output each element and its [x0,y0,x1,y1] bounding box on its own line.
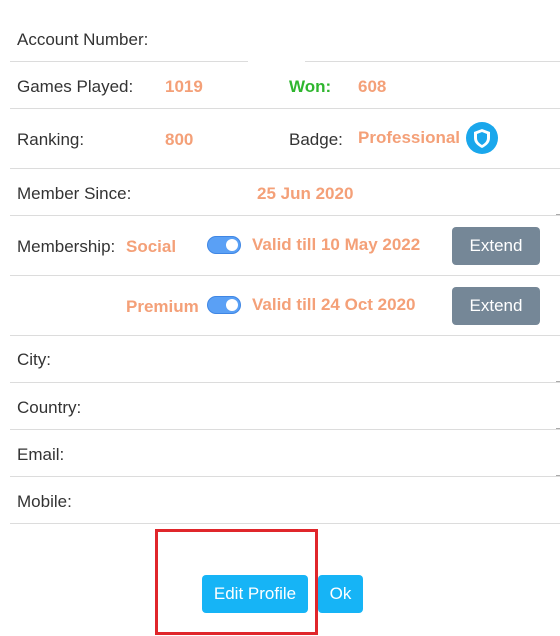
ranking-value: 800 [165,130,194,149]
scroll-tick [556,214,560,215]
extend-premium-button[interactable]: Extend [452,287,540,325]
divider [10,168,560,169]
won-label: Won: [289,77,332,96]
badge-value: Professional [358,128,461,147]
mobile-label: Mobile: [17,492,72,511]
divider [10,61,248,62]
extend-social-button[interactable]: Extend [452,227,540,265]
ok-button[interactable]: Ok [318,575,363,613]
divider [10,215,560,216]
membership-label: Membership: [17,237,116,256]
city-label: City: [17,350,51,369]
scroll-tick [556,381,560,382]
shield-icon [466,122,498,154]
divider [10,275,560,276]
divider [10,108,560,109]
divider [305,61,560,62]
scroll-tick [556,475,560,476]
country-label: Country: [17,398,82,417]
badge-label: Badge: [289,130,343,149]
social-membership-toggle[interactable] [207,236,241,254]
membership-type-social: Social [126,237,177,256]
toggle-knob [226,299,238,311]
divider [10,476,560,477]
toggle-knob [226,239,238,251]
divider [10,523,560,524]
games-played-label: Games Played: [17,77,134,96]
social-valid-text: Valid till 10 May 2022 [252,235,421,254]
won-value: 608 [358,77,387,96]
member-since-label: Member Since: [17,184,132,203]
membership-type-premium: Premium [126,297,199,316]
premium-membership-toggle[interactable] [207,296,241,314]
divider [10,335,560,336]
games-played-value: 1019 [165,77,203,96]
edit-profile-button[interactable]: Edit Profile [202,575,308,613]
ranking-label: Ranking: [17,130,85,149]
divider [10,382,560,383]
email-label: Email: [17,445,65,464]
scroll-tick [556,428,560,429]
divider [10,429,560,430]
member-since-value: 25 Jun 2020 [257,184,354,203]
premium-valid-text: Valid till 24 Oct 2020 [252,295,416,314]
account-number-label: Account Number: [17,30,149,49]
